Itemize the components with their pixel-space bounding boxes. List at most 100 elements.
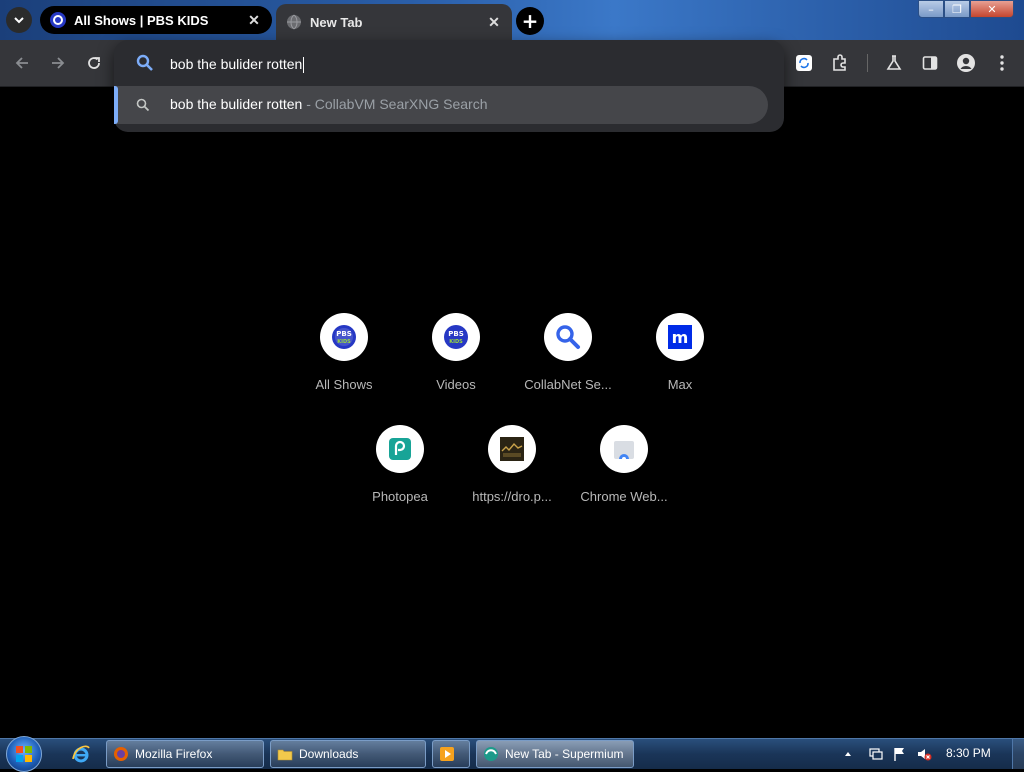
shortcut-icon-holder bbox=[488, 425, 536, 473]
tab-title: New Tab bbox=[310, 14, 363, 30]
omnibox-popup: bob the bulider rotten bob the bulider r… bbox=[114, 40, 784, 132]
suggestion-source: - CollabVM SearXNG Search bbox=[302, 96, 488, 112]
close-window-button[interactable]: ✕ bbox=[970, 0, 1014, 18]
selection-indicator bbox=[114, 86, 118, 124]
forward-button[interactable] bbox=[47, 52, 69, 74]
shortcut-icon-holder: PBS KIDS bbox=[320, 313, 368, 361]
minimize-button[interactable]: – bbox=[918, 0, 944, 18]
folder-icon bbox=[277, 749, 293, 761]
svg-text:PBS: PBS bbox=[336, 330, 352, 338]
shortcut-label: All Shows bbox=[315, 377, 373, 392]
new-tab-button[interactable]: + bbox=[516, 7, 544, 35]
internet-explorer-button[interactable] bbox=[68, 743, 94, 765]
internet-explorer-icon bbox=[72, 745, 90, 763]
shortcut-label: CollabNet Se... bbox=[524, 377, 612, 392]
flag-icon[interactable] bbox=[892, 746, 908, 762]
suggestion-text: bob the bulider rotten - CollabVM SearXN… bbox=[170, 96, 488, 112]
clock[interactable]: 8:30 PM bbox=[946, 746, 991, 760]
svg-text:KIDS: KIDS bbox=[337, 339, 351, 345]
profile-button[interactable] bbox=[955, 52, 977, 74]
extensions-button[interactable] bbox=[829, 52, 851, 74]
taskbar-app-label: Mozilla Firefox bbox=[135, 747, 213, 761]
globe-icon bbox=[286, 14, 302, 30]
close-icon[interactable]: ✕ bbox=[486, 14, 502, 30]
tab-pbs-kids[interactable]: All Shows | PBS KIDS ✕ bbox=[40, 6, 272, 34]
shortcut-dro[interactable]: https://dro.p... bbox=[456, 425, 568, 525]
search-icon bbox=[136, 54, 153, 71]
side-panel-button[interactable] bbox=[919, 52, 941, 74]
reload-icon bbox=[88, 57, 100, 69]
puzzle-icon bbox=[833, 54, 846, 71]
network-icon[interactable] bbox=[868, 746, 884, 762]
pbs-kids-icon: PBSKIDS bbox=[332, 325, 356, 349]
taskbar-app-label: Downloads bbox=[299, 747, 359, 761]
toolbar-divider bbox=[867, 54, 868, 72]
pbs-kids-icon bbox=[50, 12, 66, 28]
shortcut-chrome-web-store[interactable]: Chrome Web... bbox=[568, 425, 680, 525]
svg-text:PBS: PBS bbox=[448, 330, 464, 338]
shortcut-videos[interactable]: PBS KIDS Videos bbox=[400, 313, 512, 413]
shortcut-all-shows[interactable]: PBS KIDS All Shows bbox=[288, 313, 400, 413]
shortcut-label: Photopea bbox=[372, 489, 428, 504]
shortcut-icon-holder bbox=[544, 313, 592, 361]
thumbnail-icon bbox=[500, 437, 524, 461]
reload-button[interactable] bbox=[83, 52, 105, 74]
shortcut-icon-holder: m bbox=[656, 313, 704, 361]
text-caret bbox=[303, 57, 305, 74]
side-panel-icon bbox=[922, 56, 938, 70]
shortcut-label: Videos bbox=[436, 377, 476, 392]
back-button[interactable] bbox=[11, 52, 33, 74]
windows-logo-icon bbox=[16, 746, 32, 762]
address-bar-text: bob the bulider rotten bbox=[170, 56, 303, 72]
shortcut-photopea[interactable]: Photopea bbox=[344, 425, 456, 525]
max-icon: m bbox=[668, 325, 692, 349]
shortcut-label: Chrome Web... bbox=[580, 489, 668, 504]
more-vert-icon bbox=[1000, 55, 1004, 71]
media-player-icon bbox=[440, 747, 454, 761]
taskbar-downloads[interactable]: Downloads bbox=[270, 740, 426, 768]
shortcut-label: Max bbox=[667, 377, 693, 392]
close-icon[interactable]: ✕ bbox=[246, 12, 262, 28]
taskbar-app-label: New Tab - Supermium bbox=[505, 747, 624, 761]
shortcut-max[interactable]: m Max bbox=[624, 313, 736, 413]
taskbar-media-player[interactable] bbox=[432, 740, 470, 768]
window-controls: – ❐ ✕ bbox=[918, 0, 1014, 18]
taskbar-firefox[interactable]: Mozilla Firefox bbox=[106, 740, 264, 768]
tab-search-button[interactable] bbox=[6, 7, 32, 33]
search-icon bbox=[556, 325, 580, 349]
firefox-icon bbox=[114, 747, 128, 761]
chevron-up-icon[interactable] bbox=[842, 748, 854, 760]
pbs-kids-icon: PBSKIDS bbox=[444, 325, 468, 349]
maximize-button[interactable]: ❐ bbox=[944, 0, 970, 18]
shortcut-label: https://dro.p... bbox=[472, 489, 552, 504]
photopea-icon bbox=[389, 438, 411, 460]
arrow-left-icon bbox=[15, 57, 28, 69]
flask-icon bbox=[886, 55, 902, 70]
labs-button[interactable] bbox=[883, 52, 905, 74]
volume-muted-icon[interactable] bbox=[916, 746, 932, 762]
chrome-web-store-icon bbox=[614, 441, 634, 461]
svg-text:m: m bbox=[672, 328, 689, 347]
suggestion-query: bob the bulider rotten bbox=[170, 96, 303, 112]
omnibox-suggestion[interactable]: bob the bulider rotten - CollabVM SearXN… bbox=[114, 86, 768, 124]
taskbar: Mozilla Firefox Downloads New Tab - Supe… bbox=[0, 736, 1024, 772]
svg-text:KIDS: KIDS bbox=[449, 339, 463, 345]
shortcut-icon-holder: PBS KIDS bbox=[432, 313, 480, 361]
sync-extension-button[interactable] bbox=[793, 52, 815, 74]
tab-strip: All Shows | PBS KIDS ✕ New Tab ✕ + – ❐ ✕ bbox=[0, 0, 1024, 40]
search-icon bbox=[136, 98, 150, 112]
taskbar-supermium[interactable]: New Tab - Supermium bbox=[476, 740, 634, 768]
system-tray bbox=[842, 739, 932, 769]
address-bar-input[interactable]: bob the bulider rotten bbox=[170, 54, 750, 74]
start-button[interactable] bbox=[6, 736, 42, 772]
chevron-down-icon bbox=[14, 17, 24, 24]
shortcut-icon-holder bbox=[376, 425, 424, 473]
shortcut-icon-holder bbox=[600, 425, 648, 473]
tab-title: All Shows | PBS KIDS bbox=[74, 12, 209, 28]
menu-button[interactable] bbox=[991, 52, 1013, 74]
tab-new-tab[interactable]: New Tab ✕ bbox=[276, 4, 512, 40]
arrow-right-icon bbox=[52, 57, 65, 69]
show-desktop-button[interactable] bbox=[1012, 739, 1024, 769]
shortcut-collabnet-search[interactable]: CollabNet Se... bbox=[512, 313, 624, 413]
supermium-icon bbox=[484, 747, 498, 761]
